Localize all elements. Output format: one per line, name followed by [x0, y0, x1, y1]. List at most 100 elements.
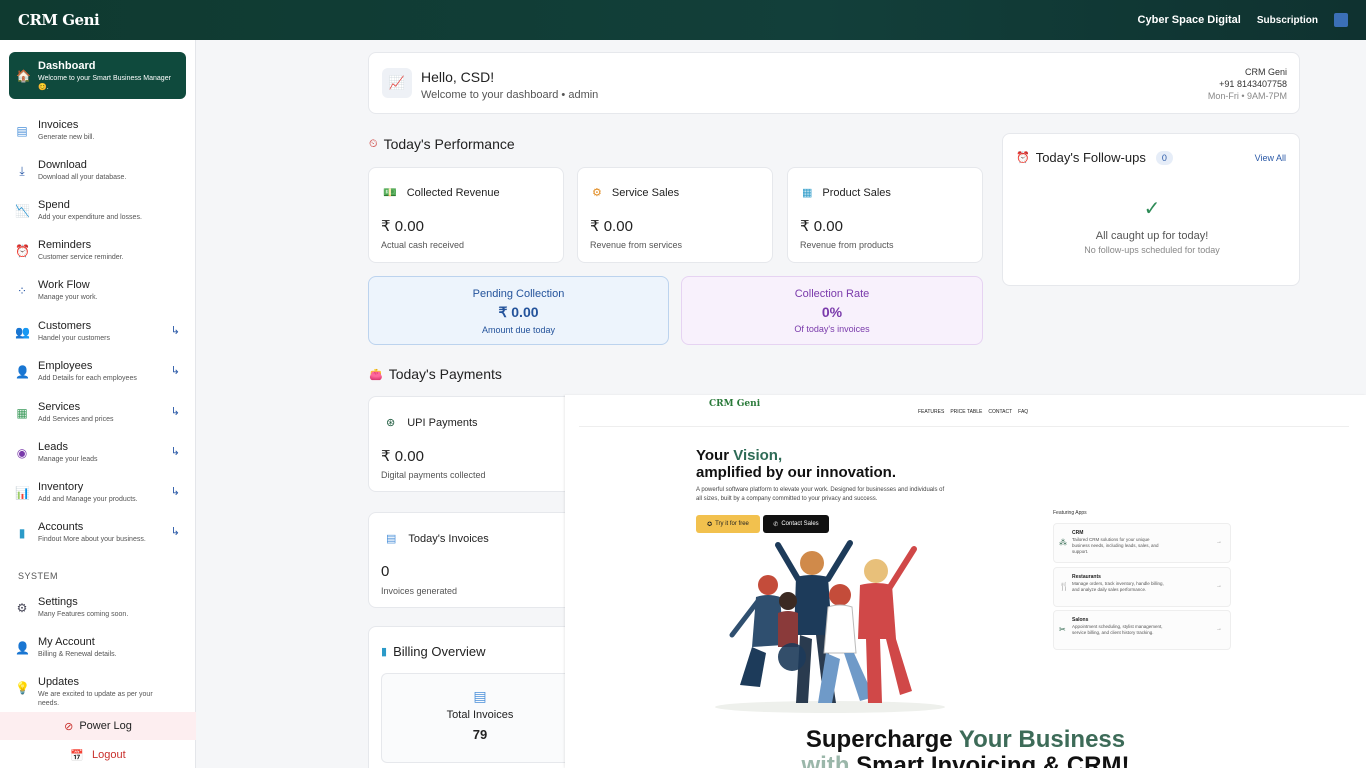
view-all-link[interactable]: View All — [1255, 153, 1286, 163]
sidebar-item-customers[interactable]: 👥 Customers Handel your customers ↳ — [0, 320, 196, 360]
todays-invoices-card: ▤ Today's Invoices 0 Invoices generated — [368, 512, 578, 608]
sidebar-item-subtitle: Add Services and prices — [38, 416, 114, 423]
app-name: CRM — [1072, 530, 1084, 536]
headline-part: Your — [696, 447, 734, 464]
card-label: Revenue from services — [590, 240, 683, 250]
app-card-crm[interactable]: ⁂ CRM Tailored CRM solutions for your un… — [1053, 523, 1231, 563]
sidebar-item-settings[interactable]: ⚙ Settings Many Features coming soon. — [0, 596, 196, 636]
landing-nav-links: FEATURES PRICE TABLE CONTACT FAQ — [918, 409, 1028, 415]
wallet-icon: 👛 — [369, 368, 383, 381]
followups-title: Today's Follow-ups — [1035, 150, 1146, 165]
landing-page-overlay[interactable]: CRM Geni FEATURES PRICE TABLE CONTACT FA… — [565, 395, 1366, 768]
document-icon: ▤ — [473, 688, 487, 704]
sidebar-item-label: Work Flow — [38, 279, 90, 291]
arrow-right-icon: → — [1216, 583, 1222, 589]
landing-logo[interactable]: CRM Geni — [709, 400, 760, 409]
submenu-arrow-icon[interactable]: ↳ — [171, 485, 180, 498]
sidebar-item-label: Spend — [38, 199, 70, 211]
sidebar-item-subtitle: Download all your database. — [38, 174, 127, 181]
nav-link-faq[interactable]: FAQ — [1018, 409, 1028, 415]
pending-value: ₹ 0.00 — [498, 304, 539, 320]
sidebar-item-updates[interactable]: 💡 Updates We are excited to update as pe… — [0, 676, 196, 716]
sidebar-item-spend[interactable]: 📉 Spend Add your expenditure and losses. — [0, 199, 196, 239]
sidebar-item-inventory[interactable]: 📊 Inventory Add and Manage your products… — [0, 481, 196, 521]
power-log-label: Power Log — [79, 720, 132, 732]
arrow-right-icon: → — [1216, 539, 1222, 545]
sidebar-item-leads[interactable]: ◉ Leads Manage your leads ↳ — [0, 441, 196, 481]
featuring-apps-label: Featuring Apps — [1053, 510, 1087, 516]
customers-icon: 👥 — [15, 325, 30, 339]
landing-nav: CRM Geni FEATURES PRICE TABLE CONTACT FA… — [579, 395, 1349, 427]
headline-part: Supercharge — [805, 726, 959, 753]
inventory-icon: 📊 — [15, 486, 30, 500]
top-bar: CRM Geni Cyber Space Digital Subscriptio… — [0, 0, 1366, 40]
subscription-link[interactable]: Subscription — [1257, 15, 1318, 26]
contact-sales-button[interactable]: ✆ Contact Sales — [763, 515, 829, 533]
arrow-right-icon: → — [1216, 626, 1222, 632]
sidebar-item-subtitle: Handel your customers — [38, 335, 110, 342]
app-description: Tailored CRM solutions for your unique b… — [1072, 537, 1159, 554]
bar-chart-icon: ▮ — [381, 646, 388, 658]
people-celebrating-illustration — [715, 540, 945, 713]
pending-label: Amount due today — [481, 325, 556, 335]
submenu-arrow-icon[interactable]: ↳ — [171, 445, 180, 458]
sidebar-item-label: Dashboard — [38, 60, 96, 72]
sidebar-item-label: Invoices — [38, 119, 79, 131]
card-title: Today's Invoices — [408, 532, 489, 545]
document-icon: ▤ — [386, 533, 397, 545]
sidebar-item-subtitle: Add and Manage your products. — [38, 496, 138, 503]
phone-icon: ✆ — [773, 521, 779, 528]
followups-count-badge: 0 — [1155, 150, 1173, 165]
card-title: Service Sales — [611, 186, 680, 199]
submenu-arrow-icon[interactable]: ↳ — [171, 364, 180, 377]
card-amount: 0 — [381, 563, 390, 580]
power-log-button[interactable]: ⊘ Power Log — [0, 712, 196, 740]
app-logo[interactable]: CRM Geni — [18, 13, 100, 28]
headline-highlight: Your Business — [958, 726, 1126, 753]
button-label: Contact Sales — [781, 521, 819, 527]
system-section-label: SYSTEM — [18, 571, 59, 581]
followups-card: ⏰ Today's Follow-ups 0 View All ✓ All ca… — [1002, 133, 1300, 286]
app-card-salons[interactable]: ✂ Salons Appointment scheduling, stylist… — [1053, 610, 1231, 650]
sidebar-item-work-flow[interactable]: ⁘ Work Flow Manage your work. — [0, 279, 196, 319]
app-description: Appointment scheduling, stylist manageme… — [1072, 624, 1163, 635]
sidebar-item-invoices[interactable]: ▤ Invoices Generate new bill. — [0, 119, 196, 159]
logout-button[interactable]: 📅 Logout — [0, 742, 196, 768]
workflow-icon: ⁘ — [16, 284, 28, 298]
org-hours: Mon-Fri • 9AM-7PM — [1207, 91, 1287, 101]
sidebar-item-employees[interactable]: 👤 Employees Add Details for each employe… — [0, 360, 196, 400]
sidebar-item-download[interactable]: ⤓ Download Download all your database. — [0, 159, 196, 199]
user-avatar-icon[interactable] — [1334, 13, 1348, 27]
submenu-arrow-icon[interactable]: ↳ — [171, 405, 180, 418]
nav-link-price-table[interactable]: PRICE TABLE — [950, 409, 982, 415]
headline-highlight: Vision, — [733, 447, 783, 464]
org-name: CRM Geni — [1244, 67, 1287, 77]
invoice-icon: ▤ — [16, 124, 28, 138]
sidebar-item-accounts[interactable]: ▮ Accounts Findout More about your busin… — [0, 521, 196, 561]
followups-empty-subtitle: No follow-ups scheduled for today — [1084, 245, 1220, 255]
sidebar-item-services[interactable]: ▦ Services Add Services and prices ↳ — [0, 401, 196, 441]
sidebar-item-label: Reminders — [38, 239, 92, 251]
submenu-arrow-icon[interactable]: ↳ — [171, 525, 180, 538]
employee-icon: 👤 — [15, 365, 30, 379]
pending-collection-card: Pending Collection ₹ 0.00 Amount due tod… — [368, 276, 669, 345]
sidebar-item-my-account[interactable]: 👤 My Account Billing & Renewal details. — [0, 636, 196, 676]
sidebar-item-dashboard[interactable]: 🏠 Dashboard Welcome to your Smart Busine… — [9, 52, 186, 99]
card-amount: ₹ 0.00 — [590, 218, 633, 235]
lightbulb-icon: 💡 — [15, 681, 30, 695]
submenu-arrow-icon[interactable]: ↳ — [171, 324, 180, 337]
app-card-restaurants[interactable]: 🍴 Restaurants Manage orders, track inven… — [1053, 567, 1231, 607]
try-free-button[interactable]: ✪ Try it for free — [696, 515, 760, 533]
sidebar-item-subtitle: Welcome to your Smart Business Manager 😊… — [38, 75, 171, 91]
nav-link-contact[interactable]: CONTACT — [988, 409, 1012, 415]
total-invoices-label: Total Invoices — [446, 709, 514, 721]
performance-section-title: ⏲ Today's Performance — [369, 136, 515, 152]
followups-header: ⏰ Today's Follow-ups 0 — [1016, 150, 1173, 165]
crm-icon: ⁂ — [1059, 538, 1067, 547]
nav-link-features[interactable]: FEATURES — [918, 409, 944, 415]
billing-overview-card: ▮ Billing Overview ▤ Total Invoices 79 — [368, 626, 579, 768]
sidebar-item-reminders[interactable]: ⏰ Reminders Customer service reminder. — [0, 239, 196, 279]
service-sales-card: ⚙ Service Sales ₹ 0.00 Revenue from servi… — [577, 167, 773, 263]
download-icon: ⤓ — [19, 164, 25, 178]
section-title: Today's Payments — [388, 366, 502, 382]
